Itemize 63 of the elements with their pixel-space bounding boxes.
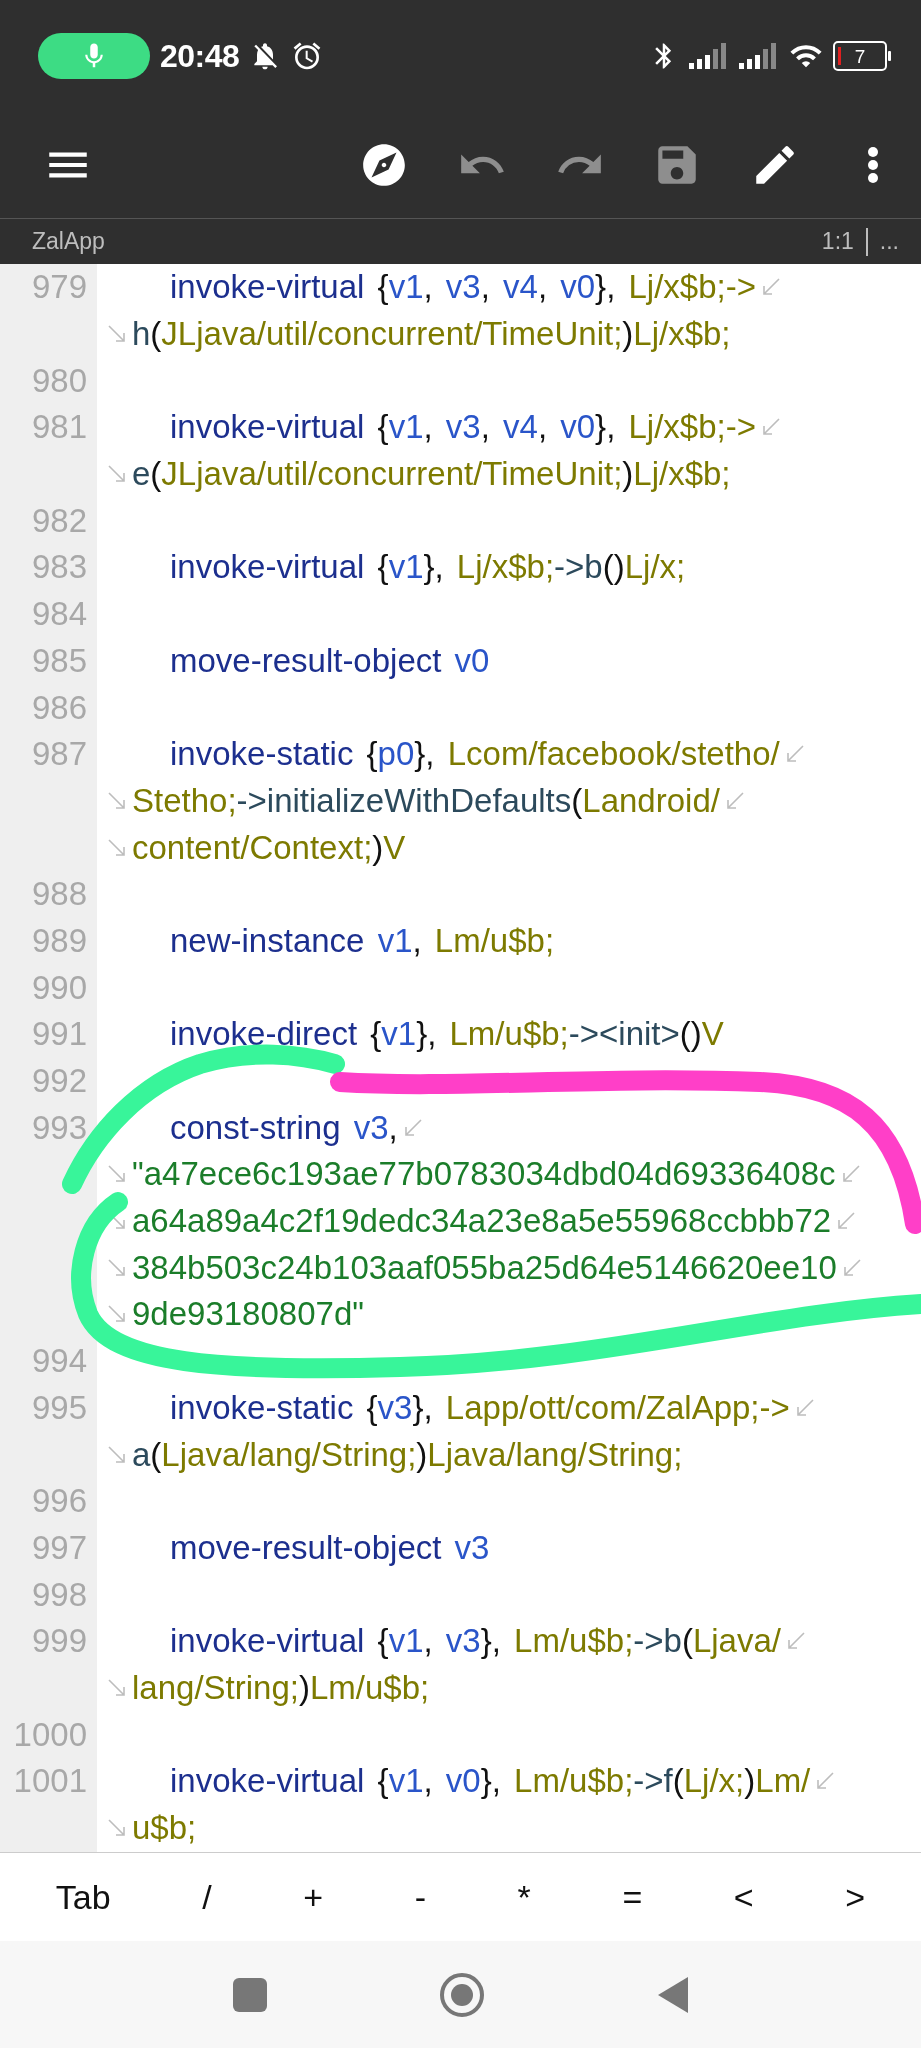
line-number: 994 <box>31 1342 87 1381</box>
home-icon[interactable] <box>437 1970 486 2019</box>
code-text: invoke-virtual {v1, v0}, Lm/u$b;->f(Lj/x;)Lm/ <box>170 1762 811 1801</box>
clock: 20:48 <box>160 37 240 75</box>
line-number: 997 <box>31 1528 87 1567</box>
code-text: invoke-static {v3}, Lapp/ott/com/ZalApp;-> <box>170 1388 790 1427</box>
line-number: 990 <box>31 968 87 1007</box>
line-number: 991 <box>31 1015 87 1054</box>
line-number: 993 <box>31 1108 87 1147</box>
key-button[interactable]: Tab <box>41 1871 125 1923</box>
signal-icon <box>739 43 779 69</box>
code-text: e(JLjava/util/concurrent/TimeUnit;)Lj/x$b; <box>132 455 731 494</box>
square-icon[interactable] <box>231 1976 268 2013</box>
line-number: 981 <box>31 408 87 447</box>
code-text: const-string v3, <box>170 1108 398 1147</box>
line-number: 987 <box>31 735 87 774</box>
line-number: 996 <box>31 1482 87 1521</box>
key-button[interactable]: - <box>400 1871 440 1923</box>
code-text: new-instance v1, Lm/u$b; <box>170 921 555 960</box>
signal-icon <box>689 43 729 69</box>
code-text: move-result-object v3 <box>170 1528 490 1567</box>
line-number: 999 <box>31 1622 87 1661</box>
line-number: 983 <box>31 548 87 587</box>
line-number: 984 <box>31 595 87 634</box>
line-number: 988 <box>31 875 87 914</box>
code-text: content/Context;)V <box>132 828 406 867</box>
more-tabs-button[interactable]: ... <box>879 228 899 255</box>
key-button[interactable]: > <box>831 1871 880 1923</box>
key-button[interactable]: = <box>608 1871 657 1923</box>
code-text: invoke-virtual {v1, v3, v4, v0}, Lj/x$b;-> <box>170 268 756 307</box>
line-number: 995 <box>31 1388 87 1427</box>
code-text: invoke-virtual {v1, v3}, Lm/u$b;->b(Ljava/ <box>170 1622 781 1661</box>
line-number: 989 <box>31 921 87 960</box>
line-number: 1001 <box>13 1762 87 1801</box>
code-text: lang/String;)Lm/u$b; <box>132 1668 430 1707</box>
key-button[interactable]: + <box>289 1871 338 1923</box>
line-number: 979 <box>31 268 87 307</box>
key-button[interactable]: / <box>188 1871 226 1923</box>
code-text: move-result-object v0 <box>170 641 490 680</box>
line-number: 1000 <box>13 1715 87 1754</box>
key-button[interactable]: < <box>719 1871 768 1923</box>
key-button[interactable]: * <box>503 1871 545 1923</box>
code-text: invoke-virtual {v1, v3, v4, v0}, Lj/x$b;-> <box>170 408 756 447</box>
code-text: 384b503c24b103aaf055ba25d64e5146620ee10 <box>132 1248 837 1287</box>
code-text: invoke-direct {v1}, Lm/u$b;-><init>()V <box>170 1015 724 1054</box>
code-text: invoke-virtual {v1}, Lj/x$b;->b()Lj/x; <box>170 548 686 587</box>
code-text: Stetho;->initializeWithDefaults(Landroid/ <box>132 781 720 820</box>
code-text: 9de93180807d" <box>132 1295 364 1334</box>
code-text: h(JLjava/util/concurrent/TimeUnit;)Lj/x$b; <box>132 315 731 354</box>
line-number: 998 <box>31 1575 87 1614</box>
line-number: 992 <box>31 1062 87 1101</box>
code-text: "a47ece6c193ae77b0783034dbd04d69336408c <box>132 1155 836 1194</box>
line-number: 985 <box>31 641 87 680</box>
code-text: invoke-static {p0}, Lcom/facebook/stetho/ <box>170 735 780 774</box>
cursor-position: 1:1 <box>821 228 854 255</box>
line-number: 980 <box>31 361 87 400</box>
more-icon <box>867 146 880 184</box>
code-text: a(Ljava/lang/String;)Ljava/lang/String; <box>132 1435 683 1474</box>
code-text: u$b; <box>132 1809 197 1848</box>
line-number: 982 <box>31 501 87 540</box>
file-tab[interactable]: ZalApp <box>32 228 105 255</box>
line-number: 986 <box>31 688 87 727</box>
code-text: a64a89a4c2f19dedc34a23e8a5e55968ccbbb72 <box>132 1202 832 1241</box>
